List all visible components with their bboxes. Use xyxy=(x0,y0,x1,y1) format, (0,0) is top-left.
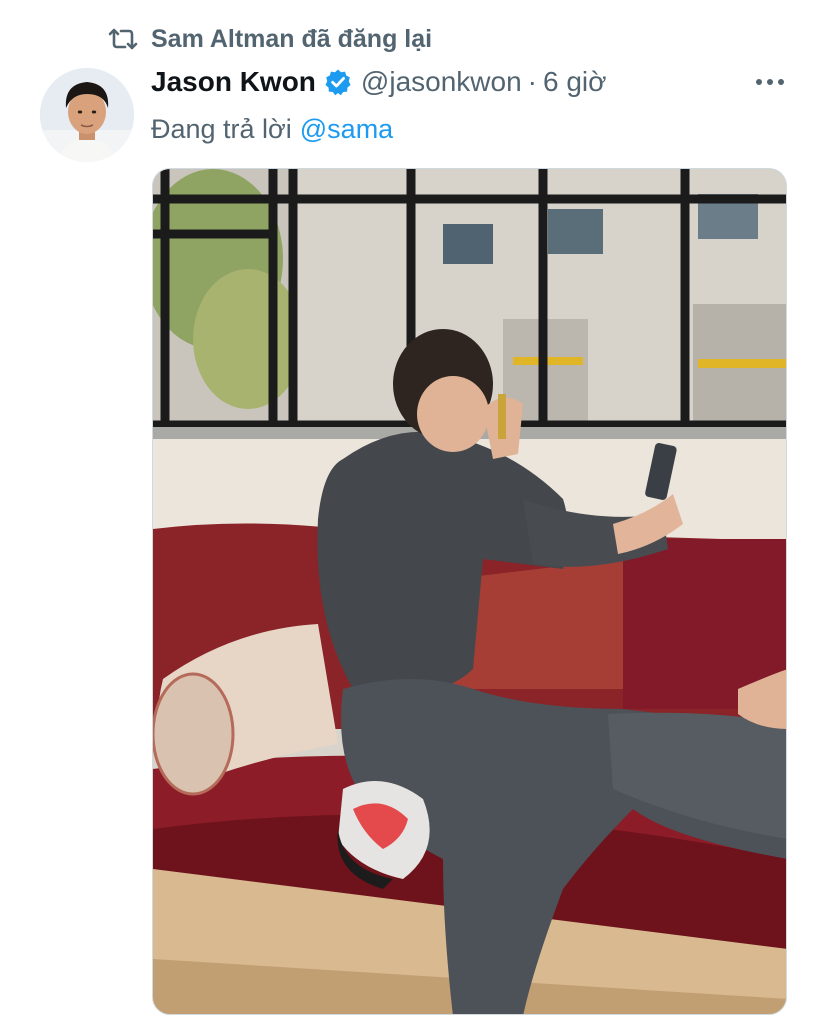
separator-dot: · xyxy=(527,66,537,97)
social-context[interactable]: Sam Altman đã đăng lại xyxy=(108,22,432,56)
reply-mention-link[interactable]: @sama xyxy=(300,114,393,145)
author-display-name[interactable]: Jason Kwon xyxy=(151,66,316,98)
author-handle[interactable]: @jasonkwon xyxy=(361,66,522,98)
repost-icon xyxy=(108,26,138,52)
tweet-photo[interactable] xyxy=(152,168,787,1015)
avatar[interactable] xyxy=(40,68,134,162)
verified-badge-icon[interactable] xyxy=(324,68,352,96)
social-context-label: Sam Altman đã đăng lại xyxy=(151,24,433,53)
more-options-button[interactable] xyxy=(752,68,788,96)
tweet-header: Jason Kwon @jasonkwon · 6 giờ xyxy=(151,62,607,102)
replying-to: Đang trả lời @sama xyxy=(151,110,393,148)
more-dots-icon xyxy=(756,79,784,85)
replying-to-label: Đang trả lời xyxy=(151,113,292,144)
tweet-timestamp[interactable]: 6 giờ xyxy=(543,66,607,98)
tweet[interactable]: Sam Altman đã đăng lại Jason Kwon @jason… xyxy=(0,0,828,1023)
